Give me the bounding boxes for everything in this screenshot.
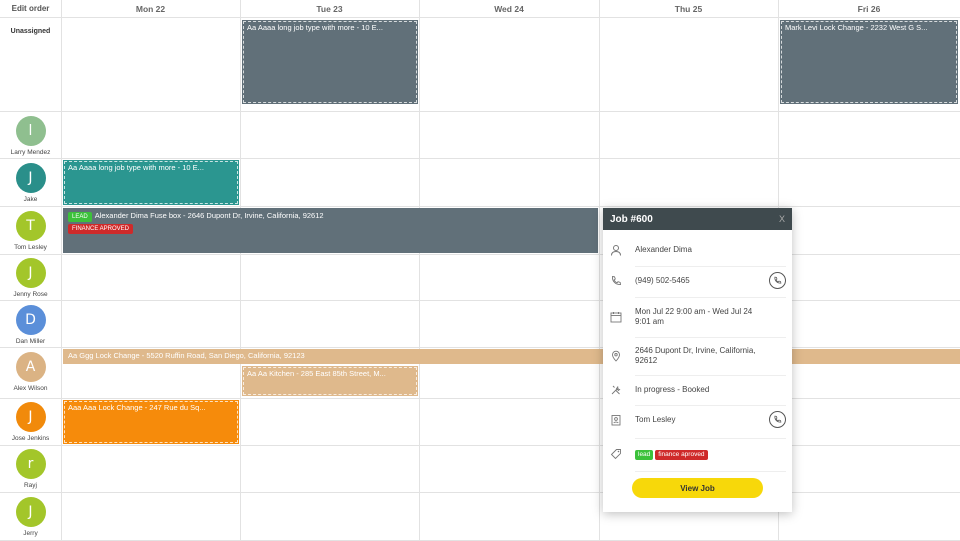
calendar-icon xyxy=(610,312,622,323)
technician-name: Jerry xyxy=(23,530,38,537)
grid-line xyxy=(0,17,960,18)
popup-title: Job #600 xyxy=(610,213,653,225)
day-header-thu: Thu 25 xyxy=(674,3,703,14)
tags-row: lead finance aproved xyxy=(603,445,792,463)
day-header-fri: Fri 26 xyxy=(857,3,881,14)
technician-name: Jose Jenkins xyxy=(11,435,50,442)
day-header-wed: Wed 24 xyxy=(494,3,524,14)
grid-line xyxy=(0,254,960,255)
grid-line xyxy=(0,206,960,207)
grid-line xyxy=(0,158,960,159)
job-card-jake-mon[interactable]: Aa Aaaa long job type with more - 10 E..… xyxy=(63,160,239,205)
grid-line xyxy=(0,445,960,446)
job-schedule: Mon Jul 22 9:00 am - Wed Jul 24 9:01 am xyxy=(635,307,753,326)
job-title: Alexander Dima Fuse box - 2646 Dupont Dr… xyxy=(94,211,324,220)
grid-line xyxy=(0,300,960,301)
divider xyxy=(635,337,786,338)
technician-name: Tom Lesley xyxy=(14,244,47,251)
avatar: A xyxy=(15,352,46,382)
job-address: 2646 Dupont Dr, Irvine, California, 9261… xyxy=(635,346,756,365)
grid-line xyxy=(599,0,600,541)
badge-icon xyxy=(611,415,621,426)
technician-jerry[interactable]: J Jerry xyxy=(0,497,61,537)
customer-phone: (949) 502-5465 xyxy=(635,276,690,285)
customer-name: Alexander Dima xyxy=(635,245,692,254)
grid-line xyxy=(419,0,420,541)
divider xyxy=(635,405,786,406)
job-tags: lead finance aproved xyxy=(635,449,768,460)
divider xyxy=(635,438,786,439)
job-card-unassigned-tue[interactable]: Aa Aaaa long job type with more - 10 E..… xyxy=(242,20,418,104)
technician-alex[interactable]: A Alex Wilson xyxy=(0,352,61,392)
address-row: 2646 Dupont Dr, Irvine, California, 9261… xyxy=(603,343,792,369)
phone-icon xyxy=(612,275,622,285)
technician-rayj[interactable]: r Rayj xyxy=(0,449,61,489)
divider xyxy=(635,297,786,298)
technician-name: Jake xyxy=(23,196,38,203)
phone-row: (949) 502-5465 xyxy=(603,270,792,292)
job-popup: Job #600 X Alexander Dima (949) 502-5465… xyxy=(603,208,792,512)
finance-approved-tag: FINANCE APROVED xyxy=(68,224,134,234)
assigned-technician: Tom Lesley xyxy=(635,415,676,424)
technician-name: Larry Mendez xyxy=(10,149,51,156)
user-icon xyxy=(611,245,621,256)
technician-name: Dan Miller xyxy=(15,338,46,345)
divider xyxy=(635,375,786,376)
grid-line xyxy=(61,0,62,541)
technician-larry[interactable]: l Larry Mendez xyxy=(0,116,61,156)
call-technician-button[interactable] xyxy=(769,411,786,428)
technician-jake[interactable]: J Jake xyxy=(0,163,61,203)
divider xyxy=(635,266,786,267)
avatar: T xyxy=(15,211,46,241)
edit-order-button[interactable]: Edit order xyxy=(0,0,61,17)
job-card-jose-mon[interactable]: Aaa Aaa Lock Change - 247 Rue du Sq... xyxy=(63,400,239,444)
schedule-row: Mon Jul 22 9:00 am - Wed Jul 24 9:01 am xyxy=(603,304,792,330)
avatar: J xyxy=(15,402,46,432)
technician-tom[interactable]: T Tom Lesley xyxy=(0,211,61,251)
customer-row: Alexander Dima xyxy=(603,240,792,260)
job-status: In progress - Booked xyxy=(635,385,710,394)
job-card-alex-long[interactable]: Aa Ggg Lock Change - 5520 Ruffin Road, S… xyxy=(63,349,960,364)
technician-name: Rayj xyxy=(23,482,37,489)
technician-name: Alex Wilson xyxy=(13,385,48,392)
technician-jose[interactable]: J Jose Jenkins xyxy=(0,402,61,442)
technician-row: Tom Lesley xyxy=(603,409,792,431)
dispatch-board: Edit order Mon 22 Tue 23 Wed 24 Thu 25 F… xyxy=(0,0,960,541)
phone-icon xyxy=(774,415,782,423)
location-pin-icon xyxy=(612,350,620,362)
finance-approved-tag: finance aproved xyxy=(655,449,708,460)
avatar: D xyxy=(15,305,46,335)
avatar: r xyxy=(15,449,46,479)
grid-line xyxy=(0,492,960,493)
avatar: J xyxy=(15,258,46,288)
phone-icon xyxy=(774,276,782,284)
close-button[interactable]: X xyxy=(779,214,785,224)
day-header-tue: Tue 23 xyxy=(316,3,343,14)
call-customer-button[interactable] xyxy=(769,272,786,289)
job-card-tom[interactable]: LEAD Alexander Dima Fuse box - 2646 Dupon… xyxy=(63,208,598,253)
grid-line xyxy=(0,347,960,348)
avatar: J xyxy=(15,163,46,193)
tools-icon xyxy=(611,385,621,395)
popup-header: Job #600 X xyxy=(603,208,792,230)
job-card-unassigned-fri[interactable]: Mark Levi Lock Change - 2232 West G S... xyxy=(780,20,958,104)
grid-line xyxy=(240,0,241,541)
view-job-button[interactable]: View Job xyxy=(632,478,763,498)
job-card-alex-tue[interactable]: Aa Aa Kitchen - 285 East 85th Street, M.… xyxy=(242,366,418,396)
technician-jenny[interactable]: J Jenny Rose xyxy=(0,258,61,298)
technician-name: Jenny Rose xyxy=(13,291,48,298)
grid-line xyxy=(0,111,960,112)
unassigned-row-label: Unassigned xyxy=(10,28,51,35)
lead-tag: LEAD xyxy=(68,212,92,222)
day-header-mon: Mon 22 xyxy=(135,3,166,14)
lead-tag: lead xyxy=(635,449,654,460)
status-row: In progress - Booked xyxy=(603,380,792,400)
avatar: J xyxy=(15,497,46,527)
grid-line xyxy=(0,398,960,399)
avatar: l xyxy=(15,116,46,146)
divider xyxy=(635,471,786,472)
technician-dan[interactable]: D Dan Miller xyxy=(0,305,61,345)
tag-icon xyxy=(610,449,621,460)
